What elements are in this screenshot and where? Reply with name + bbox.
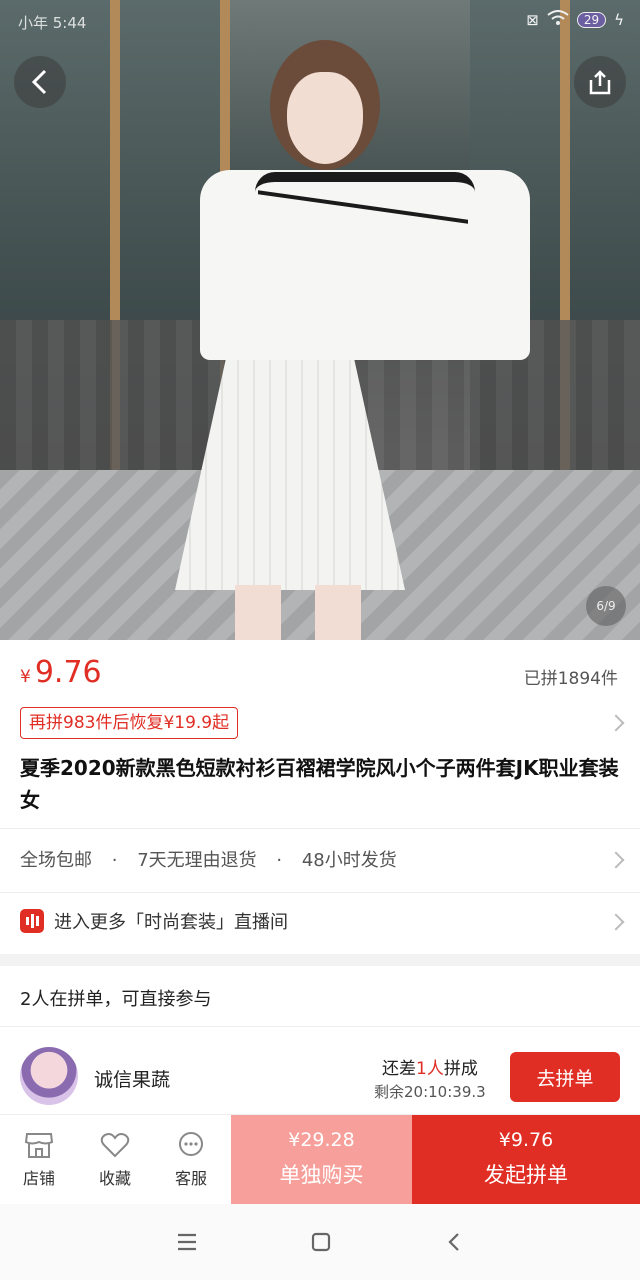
store-icon [24, 1133, 54, 1158]
alone-label: 单独购买 [279, 1163, 364, 1187]
group-price: ¥9.76 [498, 1129, 554, 1151]
sold-count: 已拼1894件 [523, 669, 618, 689]
live-icon [20, 909, 44, 933]
divider [0, 892, 640, 893]
need-suffix: 拼成 [443, 1059, 478, 1079]
group-need: 还差1人拼成 [382, 1054, 478, 1079]
separator: · [111, 850, 118, 871]
system-nav-bar [0, 1204, 640, 1280]
join-group-button[interactable]: 去拼单 [510, 1052, 620, 1102]
divider [0, 828, 640, 829]
live-room-link[interactable]: 进入更多「时尚套装」直播间 [20, 908, 288, 934]
chat-icon [179, 1132, 203, 1156]
back-button[interactable] [14, 56, 66, 108]
live-room-text: 进入更多「时尚套装」直播间 [54, 912, 288, 933]
product-title: 夏季2020新款黑色短款衬衫百褶裙学院风小个子两件套JK职业套装女 [20, 756, 619, 812]
share-button[interactable] [574, 56, 626, 108]
need-prefix: 还差 [382, 1059, 416, 1079]
heart-icon [100, 1133, 130, 1158]
avatar [20, 1047, 78, 1105]
product-image-gallery[interactable] [0, 0, 640, 640]
charging-icon: ϟ [614, 11, 624, 29]
back-icon [31, 69, 47, 95]
price-value: 9.76 [34, 655, 102, 690]
price: ¥9.76 [20, 655, 102, 690]
service-label: 客服 [174, 1169, 207, 1188]
section-gap [0, 954, 640, 966]
battery-indicator: 29 [576, 12, 607, 28]
service-tab[interactable]: 客服 [156, 1131, 226, 1189]
favorite-label: 收藏 [98, 1169, 131, 1188]
bottom-action-bar: 店铺 收藏 客服 ¥29.28 单独购买 ¥9.76 发起拼单 [0, 1114, 640, 1205]
chevron-right-icon[interactable] [607, 714, 625, 732]
buy-alone-button[interactable]: ¥29.28 单独购买 [231, 1115, 412, 1205]
restore-price-badge: 再拼983件后恢复¥19.9起 [20, 707, 239, 739]
model-leg [235, 585, 281, 640]
sim-icon: ⊠ [526, 11, 539, 29]
model-face [287, 72, 363, 164]
status-bar: 小年 5:44 ⊠ 29 ϟ [0, 0, 640, 44]
separator: · [276, 850, 283, 871]
service-free-shipping: 全场包邮 [20, 850, 92, 871]
chevron-right-icon[interactable] [607, 851, 625, 869]
model-leg [315, 585, 361, 640]
chevron-right-icon[interactable] [607, 913, 625, 931]
status-icons: ⊠ 29 ϟ [526, 10, 624, 30]
group-remaining-time: 剩余20:10:39.3 [374, 1083, 486, 1101]
share-icon [589, 70, 611, 95]
service-return: 7天无理由退货 [137, 850, 257, 871]
start-group-button[interactable]: ¥9.76 发起拼单 [412, 1115, 640, 1205]
back-nav-icon[interactable] [446, 1232, 462, 1252]
alone-price: ¥29.28 [288, 1129, 355, 1151]
wifi-icon [547, 10, 569, 30]
image-counter: 6/9 [586, 586, 626, 626]
group-buy-header: 2人在拼单，可直接参与 [20, 989, 212, 1010]
home-icon[interactable] [310, 1232, 332, 1252]
divider [0, 1026, 640, 1027]
group-label: 发起拼单 [484, 1163, 568, 1187]
group-user-name: 诚信果蔬 [94, 1069, 171, 1091]
service-shipping-time: 48小时发货 [301, 850, 397, 871]
store-label: 店铺 [22, 1169, 55, 1188]
favorite-tab[interactable]: 收藏 [80, 1131, 150, 1189]
store-tab[interactable]: 店铺 [4, 1131, 74, 1189]
currency-symbol: ¥ [20, 667, 31, 687]
sailor-collar [255, 172, 475, 272]
service-guarantees[interactable]: 全场包邮 · 7天无理由退货 · 48小时发货 [20, 846, 397, 872]
status-time: 小年 5:44 [18, 14, 87, 32]
menu-icon[interactable] [176, 1232, 198, 1252]
need-count: 1人 [416, 1059, 444, 1079]
